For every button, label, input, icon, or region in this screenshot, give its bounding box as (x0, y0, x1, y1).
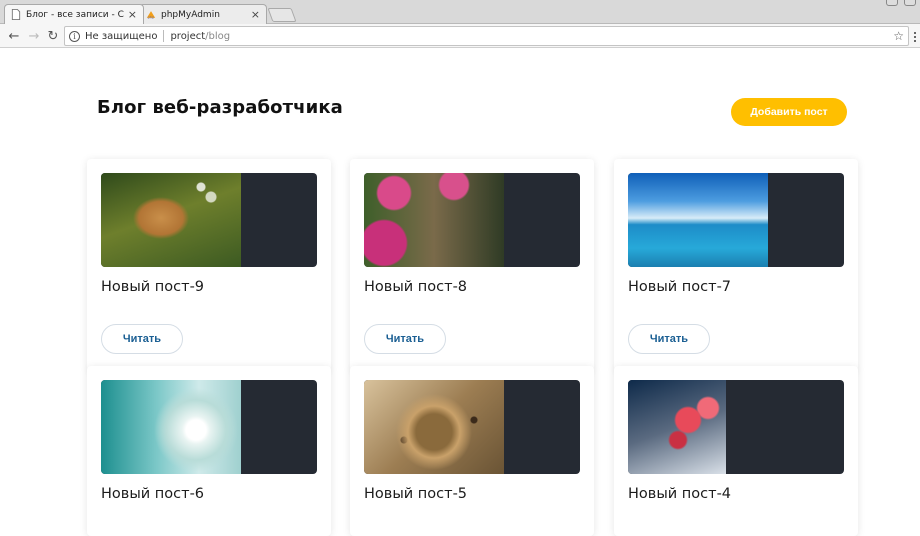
post-card-9: Новый пост-9 Читать (87, 159, 331, 371)
post-thumbnail[interactable] (101, 173, 317, 267)
browser-tab-strip: Блог - все записи - Сайт п × php phpMyAd… (0, 0, 920, 24)
phpmyadmin-icon: php (146, 11, 156, 20)
minimize-icon[interactable] (886, 0, 898, 6)
reload-icon[interactable]: ↻ (45, 28, 61, 44)
browser-tab-phpmyadmin[interactable]: php phpMyAdmin × (139, 4, 267, 24)
post-image (101, 380, 241, 474)
window-controls (886, 0, 916, 6)
post-image (628, 380, 726, 474)
post-card-4: Новый пост-4 (614, 366, 858, 536)
browser-tab-blog[interactable]: Блог - все записи - Сайт п × (4, 4, 144, 24)
address-bar[interactable]: i Не защищено project/blog ☆ (64, 26, 909, 46)
url-path: /blog (205, 30, 231, 42)
post-title[interactable]: Новый пост-7 (628, 279, 731, 295)
maximize-icon[interactable] (904, 0, 916, 6)
read-button[interactable]: Читать (628, 324, 710, 354)
read-button[interactable]: Читать (364, 324, 446, 354)
browser-toolbar: ← → ↻ i Не защищено project/blog ☆ (0, 24, 920, 48)
post-title[interactable]: Новый пост-8 (364, 279, 467, 295)
add-post-button[interactable]: Добавить пост (731, 98, 847, 126)
post-thumbnail[interactable] (101, 380, 317, 474)
svg-text:php: php (148, 16, 154, 20)
back-arrow-icon[interactable]: ← (6, 28, 22, 44)
url-host: project (170, 30, 206, 42)
tab-title: phpMyAdmin (161, 9, 220, 20)
post-image (364, 380, 504, 474)
blog-page: Блог веб-разработчика Добавить пост Новы… (0, 49, 920, 536)
read-button[interactable]: Читать (101, 324, 183, 354)
post-title[interactable]: Новый пост-4 (628, 486, 731, 502)
post-title[interactable]: Новый пост-5 (364, 486, 467, 502)
post-card-6: Новый пост-6 (87, 366, 331, 536)
security-status: Не защищено (85, 30, 158, 42)
close-tab-icon[interactable]: × (124, 8, 137, 21)
post-card-5: Новый пост-5 (350, 366, 594, 536)
post-thumbnail[interactable] (364, 380, 580, 474)
post-image (101, 173, 241, 267)
post-image (364, 173, 504, 267)
new-tab-button[interactable] (267, 8, 297, 22)
post-title[interactable]: Новый пост-6 (101, 486, 204, 502)
bookmark-star-icon[interactable]: ☆ (893, 29, 904, 43)
page-title: Блог веб-разработчика (97, 97, 343, 118)
post-card-8: Новый пост-8 Читать (350, 159, 594, 371)
post-title[interactable]: Новый пост-9 (101, 279, 204, 295)
post-thumbnail[interactable] (364, 173, 580, 267)
post-thumbnail[interactable] (628, 173, 844, 267)
post-card-7: Новый пост-7 Читать (614, 159, 858, 371)
forward-arrow-icon[interactable]: → (26, 28, 42, 44)
tab-title: Блог - все записи - Сайт п (26, 9, 124, 20)
post-thumbnail[interactable] (628, 380, 844, 474)
page-icon (11, 9, 21, 20)
close-tab-icon[interactable]: × (247, 8, 260, 21)
divider (163, 30, 165, 42)
info-icon[interactable]: i (69, 30, 80, 42)
post-image (628, 173, 768, 267)
menu-icon[interactable] (914, 32, 920, 42)
